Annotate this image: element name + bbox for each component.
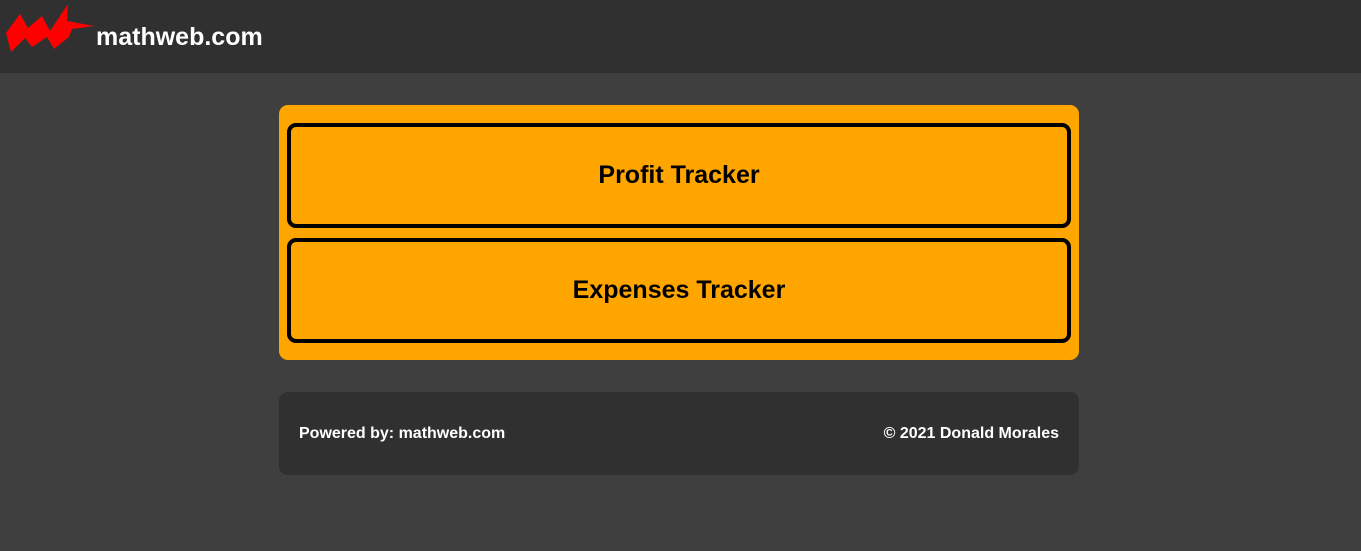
lightning-bolt-icon <box>6 4 94 52</box>
expenses-tracker-button[interactable]: Expenses Tracker <box>287 238 1071 343</box>
powered-by: Powered by: mathweb.com <box>299 425 505 443</box>
home-logo-link[interactable] <box>6 2 94 58</box>
profit-tracker-button[interactable]: Profit Tracker <box>287 123 1071 228</box>
page-footer: Powered by: mathweb.com © 2021 Donald Mo… <box>279 392 1079 475</box>
powered-by-label: Powered by: <box>299 424 399 442</box>
powered-by-link[interactable]: mathweb.com <box>399 425 506 443</box>
site-name[interactable]: mathweb.com <box>96 20 263 54</box>
tracker-panel: Profit Tracker Expenses Tracker <box>279 105 1079 360</box>
top-navbar: mathweb.com <box>0 0 1361 73</box>
copyright-notice: © 2021 Donald Morales <box>883 424 1059 442</box>
